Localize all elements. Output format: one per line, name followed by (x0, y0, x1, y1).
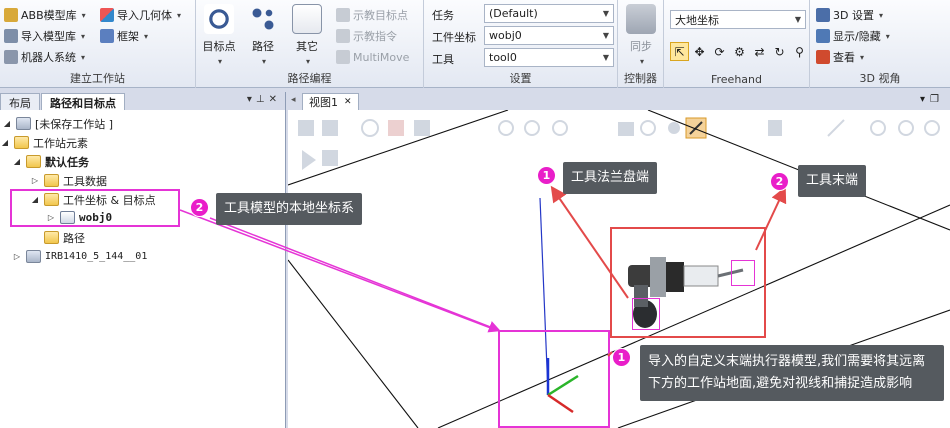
callout-tool-flange: 工具法兰盘端 (563, 162, 658, 194)
callout-imported-model: 导入的自定义末端执行器模型,我们需要将其远离下方的工作站地面,避免对视线和捕捉造… (640, 345, 944, 401)
badge-local-frame: 2 (190, 198, 209, 217)
badge-tool-flange: 1 (537, 166, 556, 185)
badge-tool-end: 2 (770, 172, 789, 191)
callout-tool-end: 工具末端 (798, 165, 867, 197)
callout-local-frame: 工具模型的本地坐标系 (216, 193, 363, 225)
badge-imported-model: 1 (612, 348, 631, 367)
